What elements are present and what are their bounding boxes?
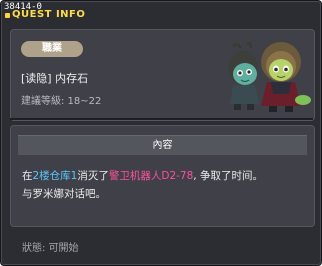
job-badge: 職業 (21, 41, 83, 57)
content-suffix: , 争取了时间。 (193, 170, 263, 182)
section-divider (10, 118, 313, 120)
content-prefix: 在 (22, 170, 33, 182)
content-middle: 消灭了 (77, 170, 109, 182)
content-text: 在2楼仓库1消灭了警卫机器人D2-78, 争取了时间。 与罗米娜对话吧。 (22, 167, 307, 203)
content-location: 2楼仓库1 (32, 170, 78, 182)
content-header: 內容 (18, 135, 307, 155)
level-recommendation: 建議等級: 18~22 (21, 96, 102, 107)
content-line2: 与罗米娜对话吧。 (22, 188, 106, 200)
quest-summary-panel: 職業 [读隐] 内存石 建議等級: 18~22 (10, 29, 315, 121)
npc-characters-image (228, 42, 311, 112)
content-target: 警卫机器人D2-78 (108, 170, 194, 182)
quest-name: [读隐] 内存石 (21, 72, 89, 85)
window-title: QUEST INFO (12, 9, 86, 20)
quest-info-window: 38414-0 QUEST INFO 職業 [读隐] 内存石 建議等級: 18~… (0, 0, 322, 266)
quest-status: 狀態: 可開始 (22, 243, 79, 254)
title-bullet-icon (5, 13, 10, 18)
quest-content-panel: 內容 在2楼仓库1消灭了警卫机器人D2-78, 争取了时间。 与罗米娜对话吧。 (10, 125, 315, 227)
title-bar[interactable]: QUEST INFO (3, 9, 163, 25)
